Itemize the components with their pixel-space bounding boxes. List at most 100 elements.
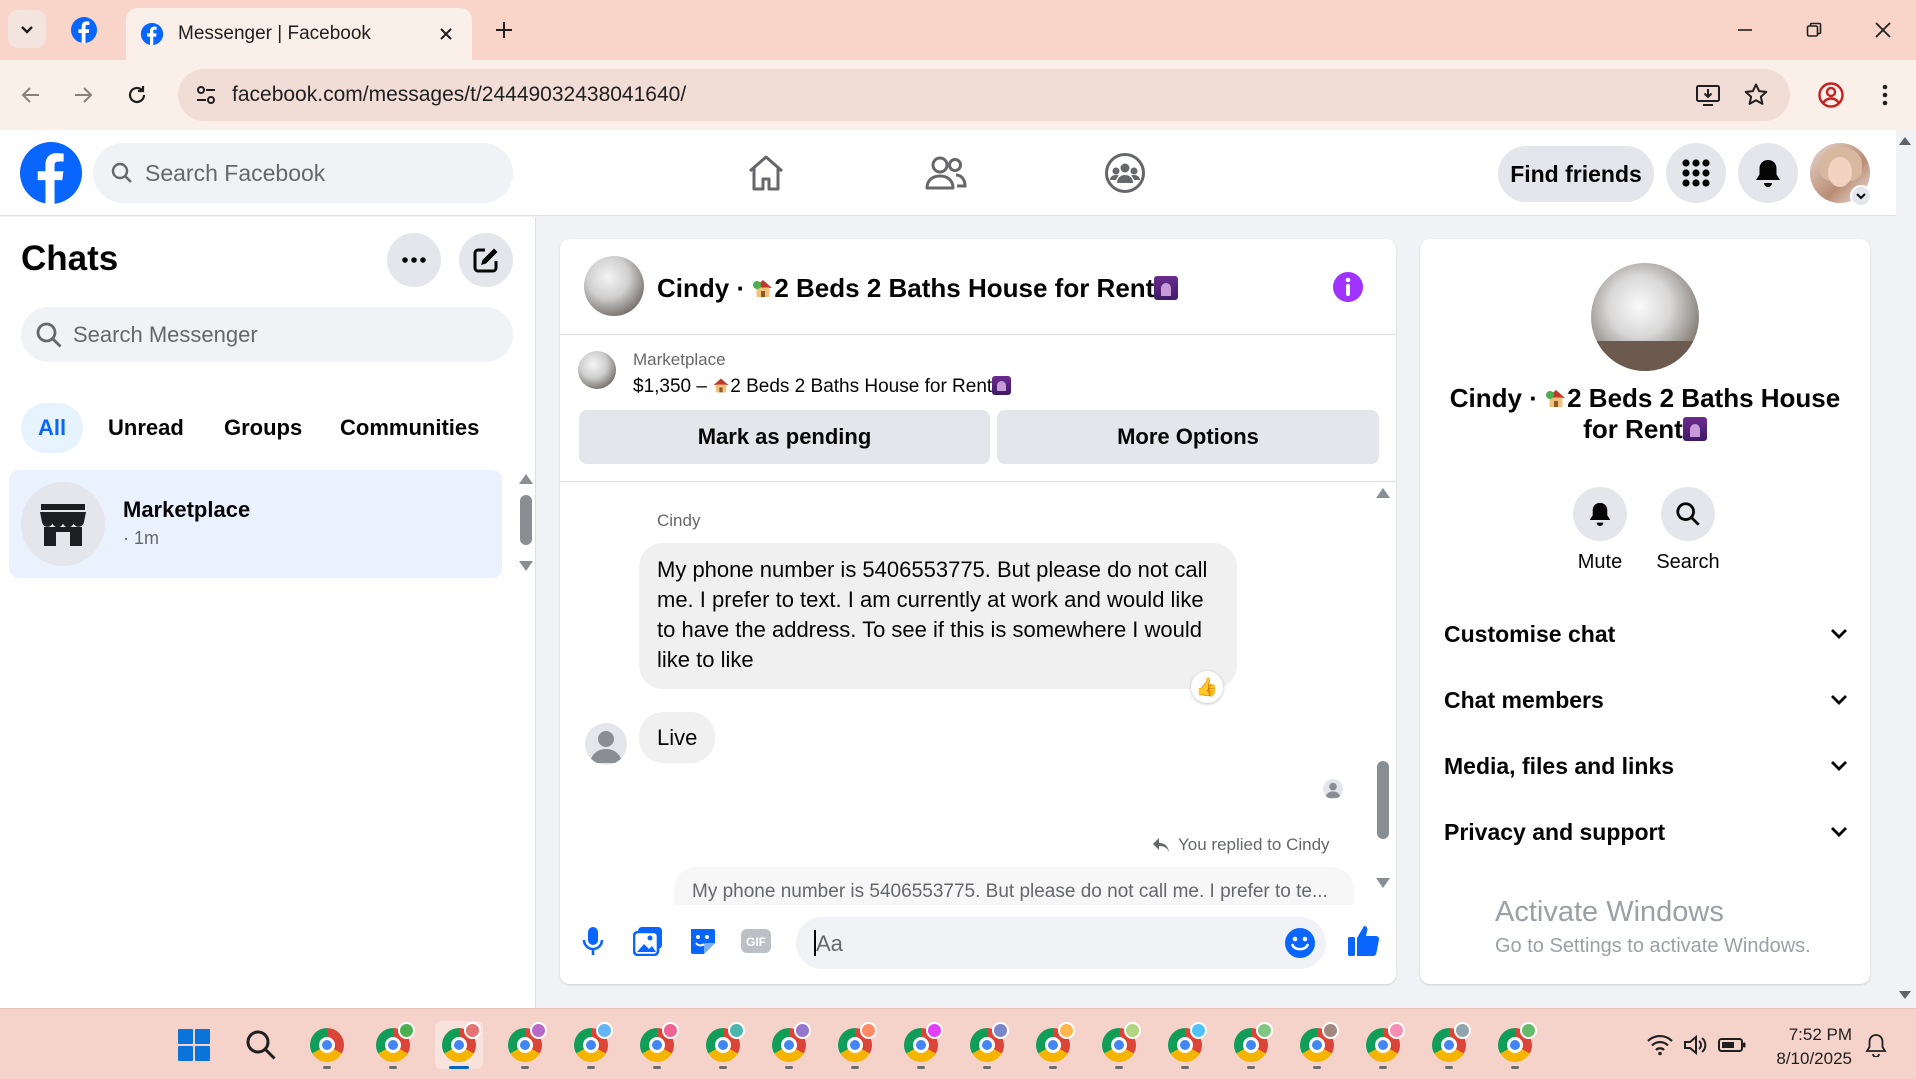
account-menu-caret[interactable] xyxy=(1850,185,1872,207)
scroll-up-arrow[interactable] xyxy=(518,473,534,485)
gif-button[interactable]: GIF xyxy=(738,923,774,959)
message-bubble[interactable]: Live xyxy=(639,712,716,763)
send-like-button[interactable] xyxy=(1344,921,1384,961)
menu-button[interactable] xyxy=(1666,143,1726,203)
mark-as-pending-button[interactable]: Mark as pending xyxy=(579,410,990,464)
taskbar-chrome-13[interactable] xyxy=(1095,1021,1143,1069)
night-emoji-icon xyxy=(1154,276,1179,300)
conversation-title[interactable]: Cindy · 2 Beds 2 Baths House for Rent xyxy=(657,273,1179,304)
page-scroll-up-arrow[interactable] xyxy=(1898,136,1912,146)
forward-button[interactable] xyxy=(64,76,102,114)
start-button[interactable] xyxy=(170,1021,218,1069)
messenger-search-input[interactable]: Search Messenger xyxy=(21,307,513,362)
scroll-up-arrow[interactable] xyxy=(1375,487,1391,499)
page-scroll-down-arrow[interactable] xyxy=(1898,990,1912,1000)
find-friends-button[interactable]: Find friends xyxy=(1498,146,1654,202)
chats-scrollbar-thumb[interactable] xyxy=(520,495,532,545)
battery-status[interactable] xyxy=(1718,1031,1746,1059)
conversation-scrollbar-thumb[interactable] xyxy=(1377,761,1389,839)
taskbar-chrome-7[interactable] xyxy=(699,1021,747,1069)
tab-title: Messenger | Facebook xyxy=(178,23,371,44)
filter-communities[interactable]: Communities xyxy=(328,403,491,453)
listing-title[interactable]: $1,350 – 2 Beds 2 Baths House for Rent xyxy=(633,376,1012,398)
sticker-button[interactable] xyxy=(684,923,720,959)
taskbar-clock[interactable]: 7:52 PM 8/10/2025 xyxy=(1758,1023,1852,1071)
taskbar-chrome-19[interactable] xyxy=(1491,1021,1539,1069)
clock-date: 8/10/2025 xyxy=(1776,1049,1852,1068)
taskbar-chrome-3[interactable] xyxy=(435,1021,483,1069)
notifications-button[interactable] xyxy=(1738,143,1798,203)
tab-search-button[interactable] xyxy=(8,10,46,48)
restore-button[interactable] xyxy=(1784,10,1844,50)
new-tab-button[interactable] xyxy=(490,16,518,44)
taskbar-chrome-9[interactable] xyxy=(831,1021,879,1069)
conversation-avatar[interactable] xyxy=(584,256,644,316)
section-privacy-support[interactable]: Privacy and support xyxy=(1444,812,1848,852)
windows-taskbar: 7:52 PM 8/10/2025 xyxy=(0,1008,1916,1079)
bookmark-button[interactable] xyxy=(1740,79,1772,111)
close-window-button[interactable] xyxy=(1853,10,1913,50)
facebook-logo[interactable] xyxy=(20,142,82,204)
nav-friends[interactable] xyxy=(916,148,976,198)
taskbar-chrome-11[interactable] xyxy=(963,1021,1011,1069)
sender-avatar[interactable] xyxy=(585,723,627,765)
taskbar-chrome-18[interactable] xyxy=(1425,1021,1473,1069)
mute-action[interactable]: Mute xyxy=(1560,487,1640,574)
minimize-button[interactable] xyxy=(1715,10,1775,50)
taskbar-chrome-2[interactable] xyxy=(369,1021,417,1069)
chats-options-button[interactable] xyxy=(387,233,441,287)
scroll-down-arrow[interactable] xyxy=(1375,877,1391,889)
taskbar-chrome-14[interactable] xyxy=(1161,1021,1209,1069)
reload-button[interactable] xyxy=(118,76,156,114)
taskbar-chrome-12[interactable] xyxy=(1029,1021,1077,1069)
profile-button[interactable] xyxy=(1812,76,1850,114)
nav-home[interactable] xyxy=(736,148,796,198)
address-bar[interactable]: facebook.com/messages/t/2444903243804164… xyxy=(178,69,1790,121)
taskbar-search-button[interactable] xyxy=(237,1021,285,1069)
message-input[interactable]: Aa xyxy=(796,917,1326,969)
facebook-search-input[interactable]: Search Facebook xyxy=(93,143,513,203)
taskbar-chrome-6[interactable] xyxy=(633,1021,681,1069)
taskbar-chrome-15[interactable] xyxy=(1227,1021,1275,1069)
taskbar-chrome-1[interactable] xyxy=(303,1021,351,1069)
thumbs-up-reaction[interactable]: 👍 xyxy=(1191,671,1223,703)
new-message-button[interactable] xyxy=(459,233,513,287)
search-in-conversation-button[interactable] xyxy=(1661,487,1715,541)
site-info-button[interactable] xyxy=(188,77,224,113)
back-button[interactable] xyxy=(12,76,50,114)
taskbar-chrome-5[interactable] xyxy=(567,1021,615,1069)
filter-groups[interactable]: Groups xyxy=(212,403,314,453)
taskbar-chrome-10[interactable] xyxy=(897,1021,945,1069)
listing-thumbnail[interactable] xyxy=(578,351,616,389)
notification-center-button[interactable] xyxy=(1862,1031,1890,1059)
tab-close-button[interactable] xyxy=(434,22,458,46)
volume-status[interactable] xyxy=(1682,1031,1710,1059)
section-chat-members[interactable]: Chat members xyxy=(1444,680,1848,720)
voice-clip-button[interactable] xyxy=(575,923,611,959)
section-customise-chat[interactable]: Customise chat xyxy=(1444,614,1848,654)
mute-button[interactable] xyxy=(1573,487,1627,541)
marketplace-avatar xyxy=(21,482,105,566)
more-options-button[interactable]: More Options xyxy=(997,410,1379,464)
taskbar-chrome-8[interactable] xyxy=(765,1021,813,1069)
scroll-down-arrow[interactable] xyxy=(518,560,534,572)
filter-unread[interactable]: Unread xyxy=(96,403,196,453)
bell-icon xyxy=(1589,502,1611,526)
taskbar-chrome-16[interactable] xyxy=(1293,1021,1341,1069)
attach-photo-button[interactable] xyxy=(630,923,666,959)
conversation-info-button[interactable] xyxy=(1332,271,1364,303)
search-action[interactable]: Search xyxy=(1648,487,1728,574)
pinned-tab-facebook[interactable] xyxy=(70,16,98,44)
taskbar-chrome-4[interactable] xyxy=(501,1021,549,1069)
wifi-status[interactable] xyxy=(1646,1031,1674,1059)
emoji-button[interactable] xyxy=(1284,927,1316,959)
chat-list-item-marketplace[interactable]: Marketplace · 1m xyxy=(9,470,502,578)
browser-menu-button[interactable] xyxy=(1866,76,1904,114)
install-app-button[interactable] xyxy=(1692,79,1724,111)
filter-all[interactable]: All xyxy=(21,403,83,453)
browser-tab-messenger[interactable]: Messenger | Facebook xyxy=(126,8,472,60)
section-media-files-links[interactable]: Media, files and links xyxy=(1444,746,1848,786)
message-bubble[interactable]: My phone number is 5406553775. But pleas… xyxy=(639,543,1237,689)
taskbar-chrome-17[interactable] xyxy=(1359,1021,1407,1069)
nav-groups[interactable] xyxy=(1095,148,1155,198)
